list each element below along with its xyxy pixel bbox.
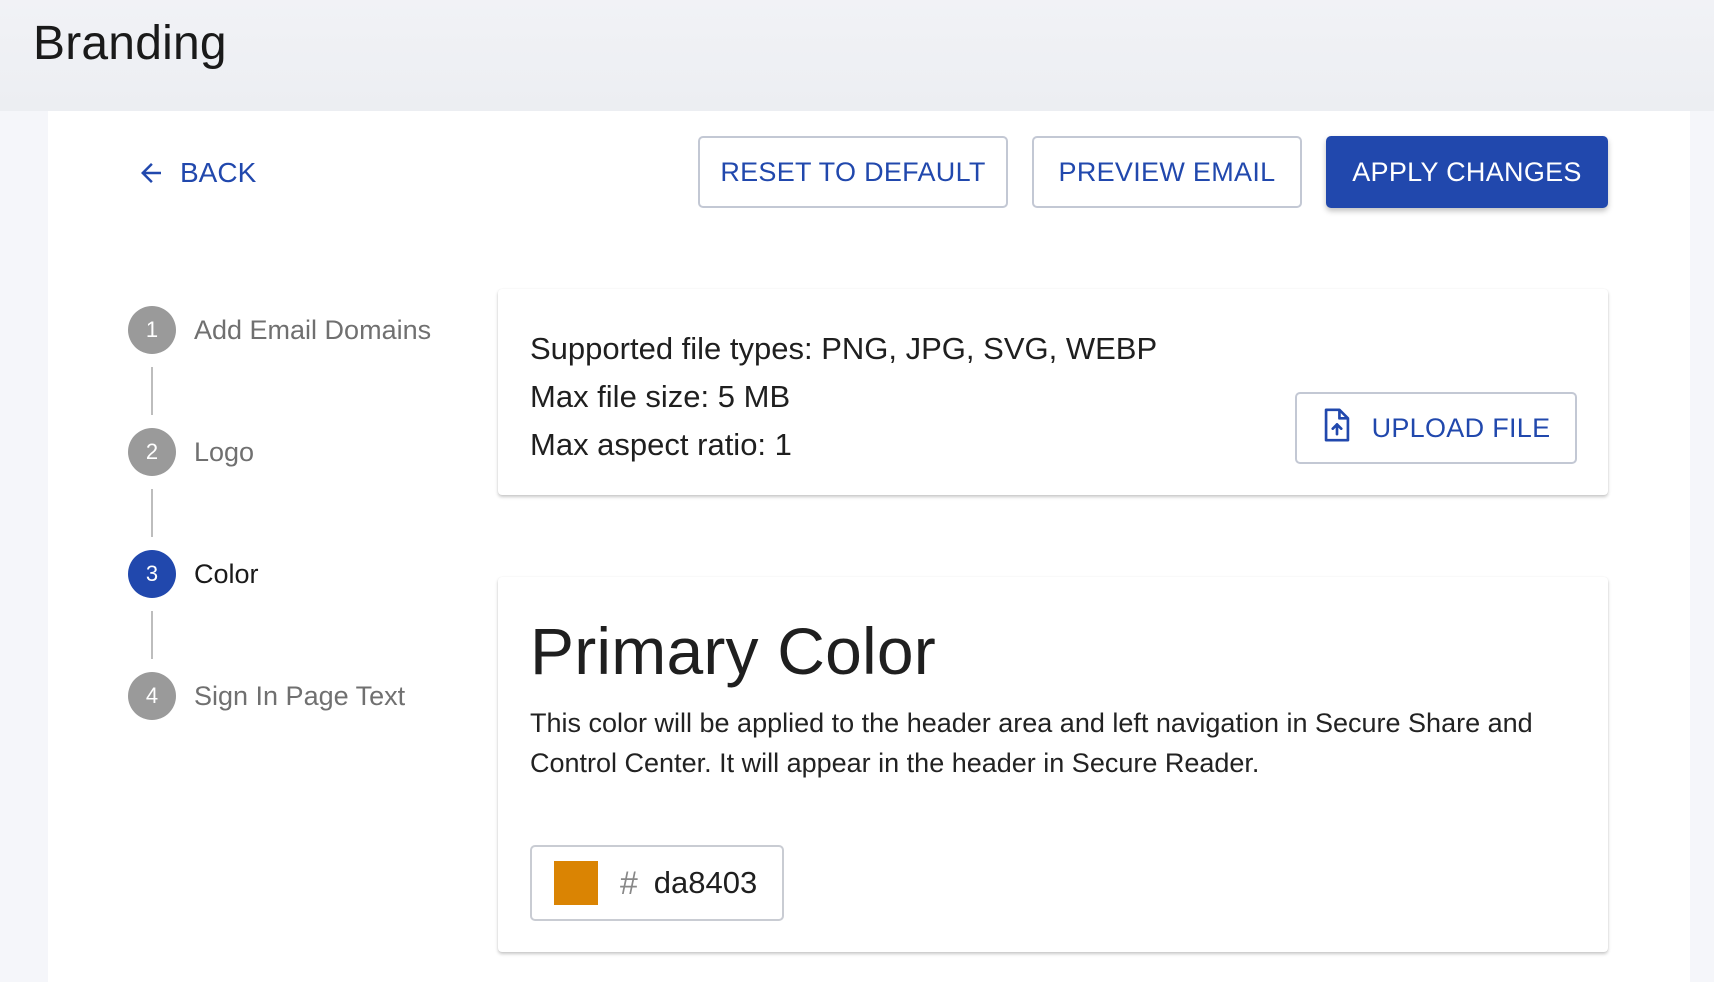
hex-color-input[interactable]: [653, 865, 774, 901]
page-title: Branding: [33, 17, 227, 70]
primary-color-card: Primary Color This color will be applied…: [498, 577, 1608, 952]
step-number: 2: [128, 428, 176, 476]
max-aspect-ratio: Max aspect ratio: 1: [530, 427, 792, 462]
primary-color-title: Primary Color: [530, 614, 936, 688]
back-label: BACK: [180, 157, 257, 188]
step-number: 1: [128, 306, 176, 354]
page-header: Branding: [0, 0, 1714, 111]
upload-file-button[interactable]: UPLOAD FILE: [1295, 392, 1577, 464]
step-label: Color: [194, 558, 259, 589]
hash-symbol: #: [620, 864, 638, 901]
color-picker-field[interactable]: #: [530, 845, 784, 921]
arrow-left-icon: [136, 158, 166, 188]
apply-changes-button[interactable]: APPLY CHANGES: [1326, 136, 1608, 208]
step-sign-in-page-text[interactable]: 4 Sign In Page Text: [128, 672, 405, 720]
file-requirements: Supported file types: PNG, JPG, SVG, WEB…: [530, 325, 1157, 469]
reset-to-default-button[interactable]: RESET TO DEFAULT: [698, 136, 1008, 208]
primary-color-description: This color will be applied to the header…: [530, 708, 1533, 778]
preview-email-button[interactable]: PREVIEW EMAIL: [1032, 136, 1302, 208]
step-connector: [151, 611, 153, 659]
main-panel: BACK RESET TO DEFAULT PREVIEW EMAIL APPL…: [48, 111, 1690, 982]
back-button[interactable]: BACK: [136, 157, 256, 189]
max-file-size: Max file size: 5 MB: [530, 379, 791, 414]
logo-upload-card: Supported file types: PNG, JPG, SVG, WEB…: [498, 289, 1608, 495]
step-label: Sign In Page Text: [194, 680, 406, 711]
step-connector: [151, 489, 153, 537]
step-number: 4: [128, 672, 176, 720]
upload-file-label: UPLOAD FILE: [1371, 412, 1551, 443]
step-color[interactable]: 3 Color: [128, 550, 259, 598]
step-connector: [151, 367, 153, 415]
step-number: 3: [128, 550, 176, 598]
step-label: Add Email Domains: [194, 314, 432, 345]
supported-file-types: Supported file types: PNG, JPG, SVG, WEB…: [530, 331, 1158, 366]
step-label: Logo: [194, 436, 255, 467]
step-logo[interactable]: 2 Logo: [128, 428, 254, 476]
step-add-email-domains[interactable]: 1 Add Email Domains: [128, 306, 431, 354]
color-swatch[interactable]: [554, 861, 598, 905]
file-upload-icon: [1322, 407, 1352, 449]
